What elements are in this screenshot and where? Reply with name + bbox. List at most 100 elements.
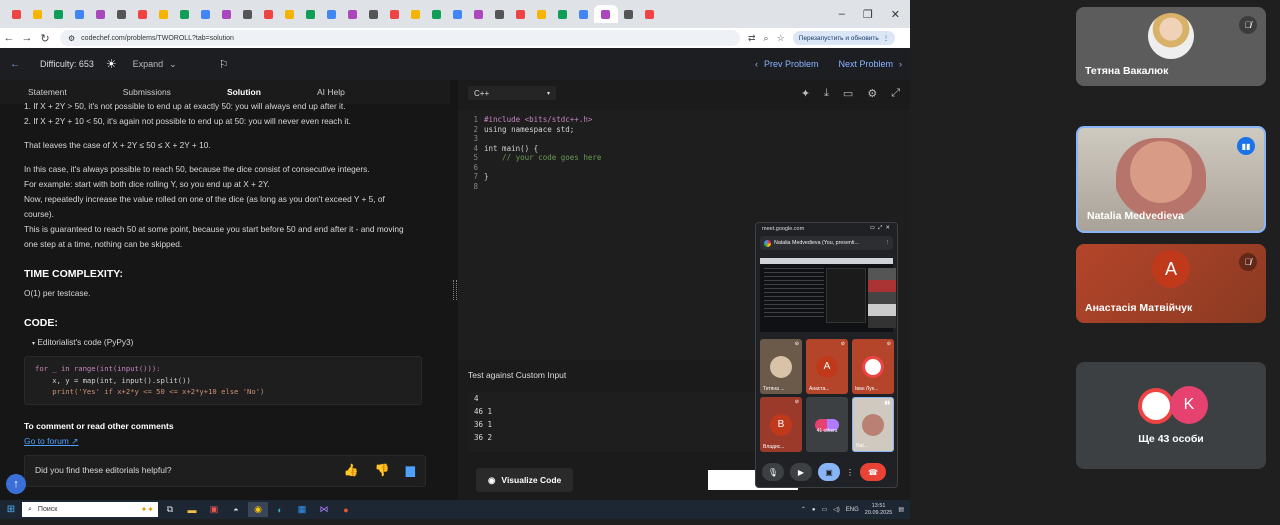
participant-tile[interactable]: A 🎙̸ Анастасія Матвійчук — [1076, 244, 1266, 323]
end-call-icon[interactable]: ☎ — [860, 463, 886, 481]
feedback-icon[interactable]: ▭ — [843, 87, 853, 100]
prev-problem-button[interactable]: ‹ Prev Problem — [755, 59, 819, 69]
browser-tab[interactable] — [639, 5, 660, 23]
browser-tab[interactable] — [468, 5, 489, 23]
browser-tab[interactable] — [258, 5, 279, 23]
back-icon[interactable]: ← — [0, 32, 18, 44]
pip-participant-tile[interactable]: Тетяна ... ⊘ — [760, 339, 802, 394]
browser-tab[interactable] — [6, 5, 27, 23]
language-indicator[interactable]: ENG — [846, 507, 859, 513]
pip-participant-tile[interactable]: 41 others — [806, 397, 848, 452]
theme-toggle-icon[interactable]: ☀ — [106, 57, 117, 71]
browser-tab[interactable] — [195, 5, 216, 23]
tab-statement[interactable]: Statement — [0, 87, 95, 97]
browser-tab[interactable] — [618, 5, 639, 23]
close-icon[interactable]: ✕ — [891, 8, 900, 21]
browser-tab-active[interactable] — [594, 5, 618, 23]
participant-tile-active[interactable]: ▮▮ Natalia Medvedieva — [1076, 126, 1266, 233]
browser-tab[interactable] — [132, 5, 153, 23]
present-icon[interactable]: ▣ — [818, 463, 840, 481]
tab-submissions[interactable]: Submissions — [95, 87, 199, 97]
code-toggle[interactable]: ▾ Editorialist's code (PyPy3) — [24, 335, 426, 352]
address-bar[interactable]: ⚙ codechef.com/problems/TWOROLL?tab=solu… — [60, 30, 740, 46]
forum-link[interactable]: Go to forum ↗ — [24, 436, 78, 446]
translate-icon[interactable]: ⇄ — [748, 33, 756, 44]
browser-tab[interactable] — [174, 5, 195, 23]
taskbar-search[interactable]: ⌕ Поиск ✦✦ — [22, 502, 158, 517]
chrome-icon[interactable]: ◉ — [248, 502, 268, 517]
comment-icon[interactable]: ▆ — [406, 463, 415, 478]
participant-tile[interactable]: 🎙̸ Тетяна Вакалюк — [1076, 7, 1266, 86]
clock[interactable]: 13:51 20.09.2025 — [865, 503, 893, 517]
volume-icon[interactable]: ◁) — [833, 506, 840, 513]
powerpoint-icon[interactable]: ● — [336, 502, 356, 517]
browser-tab[interactable] — [153, 5, 174, 23]
browser-tab[interactable] — [90, 5, 111, 23]
browser-tab[interactable] — [531, 5, 552, 23]
settings-icon[interactable]: ⚙ — [867, 87, 877, 100]
panel-splitter[interactable] — [450, 80, 458, 500]
bookmark-icon[interactable]: ⚐ — [219, 58, 229, 71]
minimize-icon[interactable]: – — [839, 8, 845, 21]
browser-tab[interactable] — [552, 5, 573, 23]
pip-participant-tile[interactable]: Nat... ▮▮ — [852, 397, 894, 452]
browser-tab[interactable] — [405, 5, 426, 23]
tab-solution[interactable]: Solution — [199, 87, 289, 97]
browser-tab[interactable] — [510, 5, 531, 23]
browser-tab[interactable] — [321, 5, 342, 23]
app-icon[interactable]: ▣ — [204, 502, 224, 517]
pip-participant-tile[interactable]: B Владис... ⊘ — [760, 397, 802, 452]
microphone-icon[interactable]: ● — [812, 507, 816, 513]
star-icon[interactable]: ☆ — [777, 33, 785, 44]
browser-tab[interactable] — [279, 5, 300, 23]
maximize-icon[interactable]: ❐ — [863, 8, 873, 21]
pip-participant-tile[interactable]: A Анаста... ⊘ — [806, 339, 848, 394]
browser-tab[interactable] — [447, 5, 468, 23]
download-icon[interactable]: ⤓ — [824, 87, 829, 100]
browser-tab[interactable] — [69, 5, 90, 23]
browser-tab[interactable] — [237, 5, 258, 23]
thumbs-down-icon[interactable]: 👎 — [375, 463, 390, 478]
browser-tab[interactable] — [48, 5, 69, 23]
menu-dots-icon[interactable]: ⋮ — [883, 34, 890, 42]
reload-icon[interactable]: ↻ — [36, 32, 54, 45]
more-participants-tile[interactable]: K Ще 43 особи — [1076, 362, 1266, 469]
chevron-up-icon[interactable]: ⌃ — [801, 506, 806, 513]
microphone-icon[interactable]: 🎙 — [762, 463, 784, 481]
network-icon[interactable]: ▭ — [821, 506, 827, 513]
forward-icon[interactable]: → — [18, 32, 36, 44]
app-icon[interactable]: ▦ — [292, 502, 312, 517]
more-options-icon[interactable]: ⋮ — [846, 463, 854, 481]
browser-tab[interactable] — [489, 5, 510, 23]
site-info-icon[interactable]: ⚙ — [68, 34, 75, 43]
task-view-icon[interactable]: ⧉ — [160, 502, 180, 517]
zoom-icon[interactable]: ⌕ — [764, 33, 769, 44]
next-problem-button[interactable]: Next Problem › — [838, 59, 902, 69]
browser-tab[interactable] — [363, 5, 384, 23]
custom-input-field[interactable]: 4 46 1 36 1 36 2 — [468, 392, 758, 452]
notifications-icon[interactable]: ▤ — [898, 506, 904, 513]
thumbs-up-icon[interactable]: 👍 — [344, 463, 359, 478]
back-arrow-icon[interactable]: ← — [0, 59, 30, 70]
fullscreen-icon[interactable]: ⤢ — [891, 87, 900, 100]
browser-tab[interactable] — [111, 5, 132, 23]
magic-wand-icon[interactable]: ✦ — [801, 87, 810, 100]
edge-icon[interactable]: ◐ — [270, 502, 290, 517]
scroll-top-button[interactable]: ↑ — [6, 474, 26, 494]
visual-studio-icon[interactable]: ⋈ — [314, 502, 334, 517]
browser-tab[interactable] — [342, 5, 363, 23]
browser-tab[interactable] — [216, 5, 237, 23]
pip-participant-tile[interactable]: Іван Лук... ⊘ — [852, 339, 894, 394]
browser-tab[interactable] — [573, 5, 594, 23]
expand-button[interactable]: Expand ⌄ — [127, 57, 183, 72]
windows-start-icon[interactable]: ⊞ — [0, 504, 22, 515]
app-icon[interactable]: ◓ — [226, 502, 246, 517]
browser-tab[interactable] — [27, 5, 48, 23]
language-select[interactable]: C++ ▾ — [468, 86, 556, 100]
camera-icon[interactable]: ▶ — [790, 463, 812, 481]
pip-window-controls[interactable]: ▭⤢✕ — [870, 225, 897, 232]
browser-tab[interactable] — [300, 5, 321, 23]
visualize-code-button[interactable]: ◉ Visualize Code — [476, 468, 574, 492]
menu-dots-icon[interactable]: ⋮ — [885, 240, 893, 246]
browser-tab[interactable] — [384, 5, 405, 23]
